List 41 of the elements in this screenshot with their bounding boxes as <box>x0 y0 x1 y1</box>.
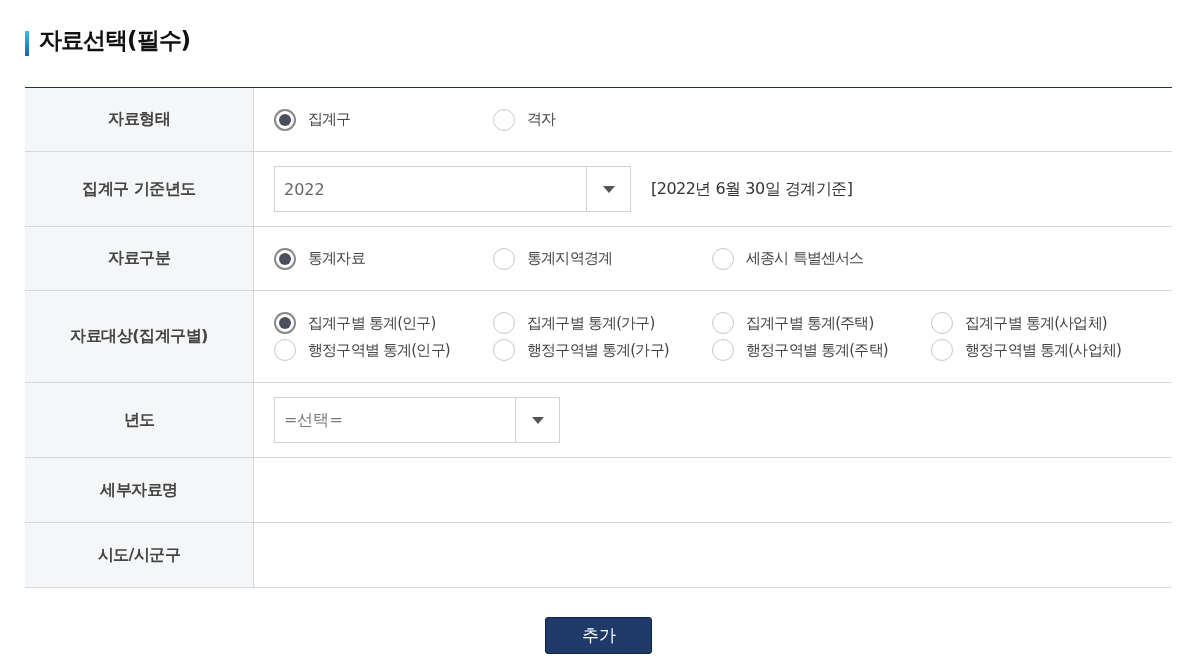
radio-option[interactable]: 통계지역경계 <box>493 247 712 270</box>
radio-button[interactable] <box>493 312 515 334</box>
radio-option[interactable]: 통계자료 <box>274 247 493 270</box>
radio-option[interactable]: 행정구역별 통계(가구) <box>493 339 712 361</box>
row-label: 자료대상(집계구별) <box>25 291 254 382</box>
radio-button[interactable] <box>274 108 296 131</box>
radio-option[interactable]: 세종시 특별센서스 <box>712 247 931 270</box>
radio-button[interactable] <box>274 339 296 361</box>
radio-button[interactable] <box>493 339 515 361</box>
row-label: 자료형태 <box>25 88 254 151</box>
radio-button[interactable] <box>274 312 296 334</box>
radio-option[interactable]: 집계구별 통계(주택) <box>712 312 931 334</box>
radio-button[interactable] <box>712 339 734 361</box>
radio-button[interactable] <box>493 108 515 131</box>
dropdown[interactable]: 2022 <box>274 166 631 212</box>
radio-option[interactable]: 집계구별 통계(인구) <box>274 312 493 334</box>
dropdown[interactable]: =선택= <box>274 397 560 443</box>
radio-button[interactable] <box>931 312 953 334</box>
row-label: 년도 <box>25 383 254 457</box>
title-accent-bar <box>25 31 29 56</box>
add-button[interactable]: 추가 <box>545 617 652 654</box>
radio-option[interactable]: 행정구역별 통계(인구) <box>274 339 493 361</box>
radio-button[interactable] <box>712 247 734 270</box>
caret-icon <box>602 185 615 193</box>
radio-button[interactable] <box>712 312 734 334</box>
radio-option[interactable]: 격자 <box>493 108 712 131</box>
radio-option[interactable]: 집계구별 통계(사업체) <box>931 312 1150 334</box>
row-label: 시도/시군구 <box>25 523 254 587</box>
radio-option[interactable]: 행정구역별 통계(주택) <box>712 339 931 361</box>
row-label: 자료구분 <box>25 227 254 290</box>
note-text: [2022년 6월 30일 경계기준] <box>651 178 853 200</box>
row-label: 집계구 기준년도 <box>25 152 254 226</box>
radio-button[interactable] <box>274 247 296 270</box>
section-title: 자료선택(필수) <box>39 26 191 55</box>
radio-option[interactable]: 집계구 <box>274 108 493 131</box>
radio-button[interactable] <box>493 247 515 270</box>
radio-option[interactable]: 행정구역별 통계(사업체) <box>931 339 1150 361</box>
radio-button[interactable] <box>931 339 953 361</box>
caret-icon <box>531 416 544 424</box>
radio-option[interactable]: 집계구별 통계(가구) <box>493 312 712 334</box>
row-label: 세부자료명 <box>25 458 254 522</box>
